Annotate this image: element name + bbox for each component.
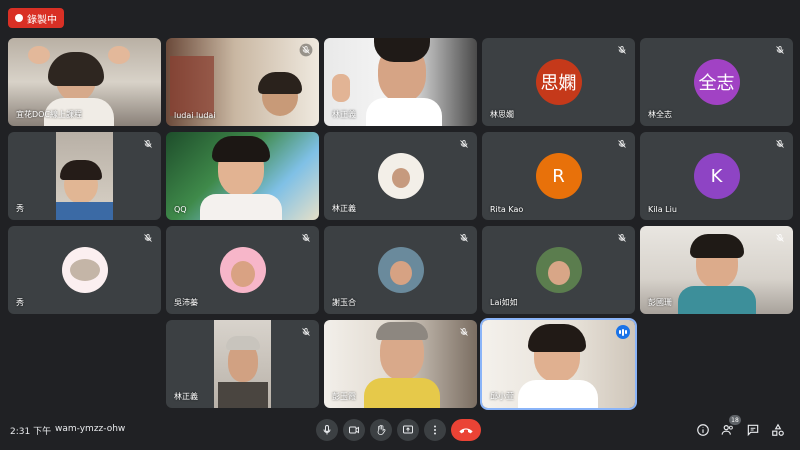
mic-icon [323,424,331,435]
speaking-indicator-icon [616,325,630,339]
meeting-time: 2:31 下午 [10,427,52,437]
participant-avatar: 全志 [693,59,740,105]
participant-tile[interactable]: 秀 [8,132,161,220]
participant-name: Kila Liu [648,205,677,214]
participant-tile[interactable]: QQ [166,132,319,220]
participant-tile[interactable]: 思嫻 林思嫺 [482,38,635,126]
participant-tile[interactable]: 謝玉合 [324,226,477,314]
more-vert-icon [434,425,436,435]
people-icon [721,425,733,435]
participant-tile[interactable]: 林正義 [324,38,477,126]
mic-off-icon [776,46,784,54]
participant-name: Rita Kao [490,205,524,214]
participants-button[interactable]: 18 [719,415,741,439]
participant-tile[interactable]: 吳沛蓁 [166,226,319,314]
participant-tile[interactable]: 彭國珊 [640,226,793,314]
meeting-code: wam-ymzz-ohw [55,424,126,434]
participant-tile[interactable]: 林正義 [324,132,477,220]
participant-tile[interactable]: K Kila Liu [640,132,793,220]
mic-off-icon [618,46,626,54]
participant-video [214,320,271,408]
participant-avatar: 思嫻 [535,59,582,105]
raise-hand-icon [377,424,386,435]
activities-icon [772,423,784,436]
participant-name: ludai ludai [174,111,216,120]
mic-off-icon [460,328,468,336]
participant-name: 林思嫺 [490,110,514,119]
recording-label: 錄製中 [27,14,57,26]
participant-avatar [377,153,424,199]
mic-off-icon [144,234,152,242]
avatar-initials: K [710,165,723,187]
camera-button[interactable] [343,419,365,441]
mic-off-icon [302,328,310,336]
participant-tile[interactable]: R Rita Kao [482,132,635,220]
raise-hand-button[interactable] [370,419,392,441]
avatar-initials: 思嫻 [540,73,577,94]
participant-avatar [535,247,582,293]
mic-off-icon [299,43,313,57]
leave-call-button[interactable] [451,419,481,441]
participant-name: 林全志 [648,110,672,119]
participant-tile[interactable]: 宜花DOC線上課程 [8,38,161,126]
activities-button[interactable] [769,421,787,439]
participants-count-badge: 18 [729,415,741,425]
meeting-details-button[interactable] [694,421,712,439]
participant-tile[interactable]: Lai如如 [482,226,635,314]
mic-off-icon [302,234,310,242]
participant-name: 宜花DOC線上課程 [16,110,83,119]
participant-avatar [377,247,424,293]
present-button[interactable] [397,419,419,441]
participant-name: 林正義 [332,110,356,119]
avatar-initials: 全志 [698,73,735,94]
meeting-toolbar: 2:31 下午 wam-ymzz-ohw 18 [0,410,800,450]
more-options-button[interactable] [424,419,446,441]
participant-tile[interactable]: 秀 [8,226,161,314]
chat-icon [747,424,759,437]
mic-button[interactable] [316,419,338,441]
mic-off-icon [776,234,784,242]
chat-button[interactable] [744,421,762,439]
participant-name: QQ [174,205,187,214]
participant-name: 謝玉合 [332,298,356,307]
mic-off-icon [776,140,784,148]
participant-avatar: K [693,153,740,199]
mic-off-icon [144,140,152,148]
participant-name: 秀 [16,298,24,307]
participant-name: 秀 [16,204,24,213]
participant-name: 林正義 [332,204,356,213]
participant-tile[interactable]: ludai ludai [166,38,319,126]
info-icon [697,424,709,436]
participant-avatar [61,247,108,293]
participant-name: 林正義 [174,392,198,401]
participant-avatar [219,247,266,293]
participant-video [56,132,113,220]
recording-dot-icon [15,14,23,22]
participant-name: 彭國珊 [648,298,672,307]
participant-name: 彭玉霞 [332,392,356,401]
participant-name: 吳沛蓁 [174,298,198,307]
participant-name: Lai如如 [490,298,518,307]
present-icon [403,425,413,434]
avatar-initials: R [552,165,565,187]
mic-off-icon [460,234,468,242]
mic-off-icon [618,140,626,148]
participant-tile[interactable]: 彭玉霞 [324,320,477,408]
participant-tile[interactable]: 全志 林全志 [640,38,793,126]
mic-off-icon [460,140,468,148]
participant-tile[interactable]: 林正義 [166,320,319,408]
participant-name: 邱小萱 [490,392,514,401]
participant-tile[interactable]: 邱小萱 [480,318,637,410]
mic-off-icon [618,234,626,242]
participant-video [166,132,319,220]
camera-icon [349,426,359,434]
call-end-icon [459,428,473,434]
participant-avatar: R [535,153,582,199]
recording-indicator: 錄製中 [8,8,64,28]
